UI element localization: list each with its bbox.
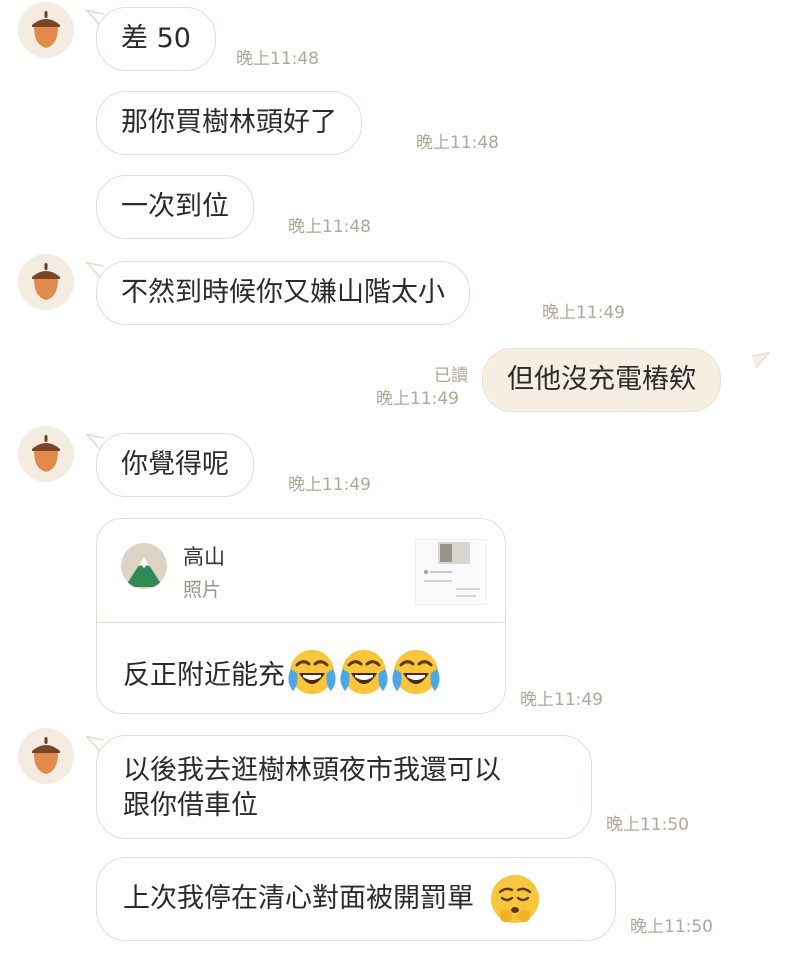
acorn-icon	[32, 435, 60, 472]
sender-avatar[interactable]	[18, 426, 74, 482]
message-time: 晚上11:48	[288, 217, 371, 237]
acorn-icon	[32, 263, 60, 300]
message-time: 晚上11:49	[520, 690, 603, 710]
message-time: 晚上11:50	[630, 917, 713, 937]
mountain-icon	[121, 543, 167, 589]
outgoing-message-bubble[interactable]: 但他沒充電樁欸	[482, 348, 721, 412]
message-time: 晚上11:48	[236, 49, 319, 69]
quoted-photo-thumbnail	[415, 539, 487, 605]
sender-avatar[interactable]	[18, 728, 74, 784]
message-bubble[interactable]: 上次我停在清心對面被開罰單	[96, 857, 616, 941]
message-text: 上次我停在清心對面被開罰單	[123, 883, 474, 914]
message-time: 晚上11:49	[288, 475, 371, 495]
message-bubble[interactable]: 以後我去逛樹林頭夜市我還可以 跟你借車位	[96, 735, 592, 839]
message-bubble[interactable]: 不然到時候你又嫌山階太小	[96, 261, 470, 325]
bubble-tail	[752, 352, 770, 368]
message-bubble[interactable]: 差 50	[96, 7, 216, 71]
quoted-content-type: 照片	[183, 579, 222, 601]
acorn-icon	[32, 737, 60, 774]
message-bubble[interactable]: 那你買樹林頭好了	[96, 91, 362, 155]
message-time: 晚上11:49	[376, 389, 459, 409]
crying-laughing-emoji	[340, 650, 388, 694]
message-time: 晚上11:49	[542, 303, 625, 323]
pleading-emoji	[491, 875, 539, 923]
message-line: 以後我去逛樹林頭夜市我還可以	[123, 755, 501, 786]
message-bubble[interactable]: 一次到位	[96, 175, 254, 239]
message-time: 晚上11:50	[606, 815, 689, 835]
message-time: 晚上11:48	[416, 133, 499, 153]
quoted-sender-name: 高山	[183, 545, 225, 569]
crying-laughing-emoji	[288, 650, 336, 694]
quoted-message[interactable]: 高山 照片	[97, 519, 505, 623]
reply-message-card[interactable]: 高山 照片 反正附近能充	[96, 518, 506, 714]
sender-avatar[interactable]	[18, 254, 74, 310]
acorn-icon	[32, 11, 60, 48]
reply-message-body: 反正附近能充	[123, 647, 441, 697]
message-bubble[interactable]: 你覺得呢	[96, 433, 254, 497]
chat-view: 差 50 晚上11:48 那你買樹林頭好了 晚上11:48 一次到位 晚上11:…	[0, 0, 786, 954]
reply-message-text: 反正附近能充	[123, 659, 285, 691]
read-receipt: 已讀	[434, 366, 468, 386]
sender-avatar[interactable]	[18, 2, 74, 58]
message-line: 跟你借車位	[123, 790, 258, 821]
crying-laughing-emoji	[392, 650, 440, 694]
